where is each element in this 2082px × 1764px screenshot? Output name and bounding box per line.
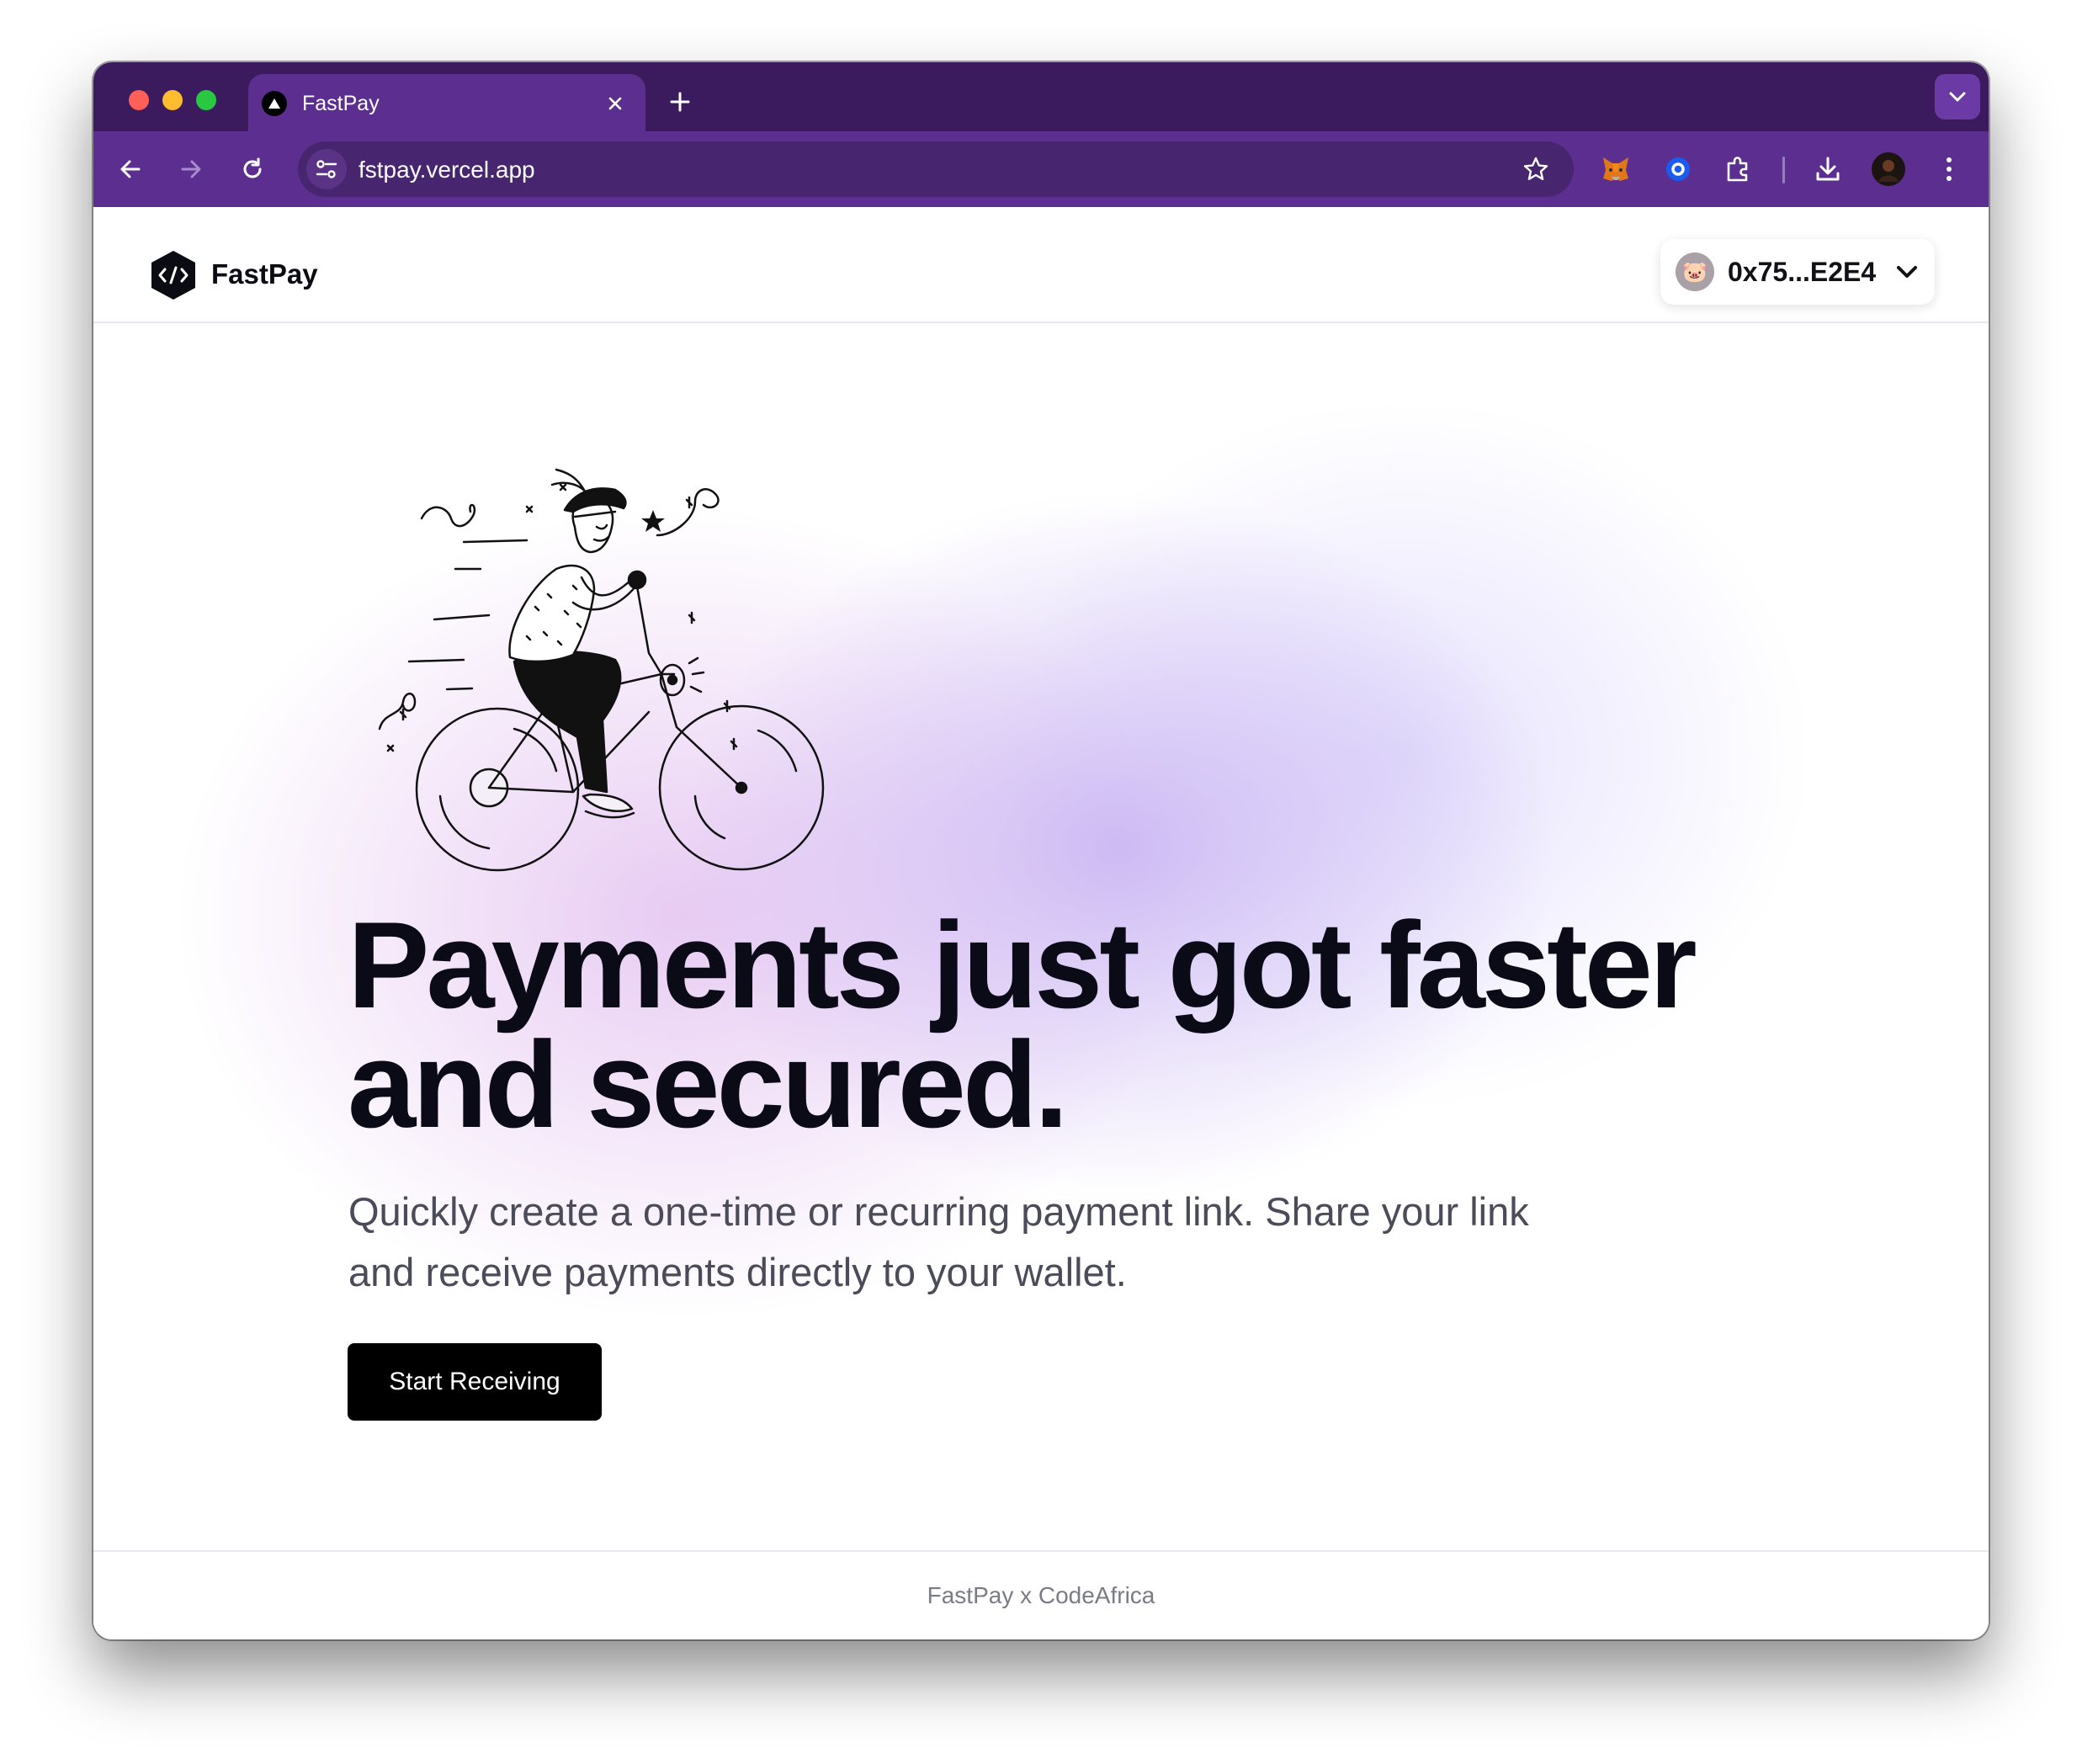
profile-button[interactable] xyxy=(1869,150,1908,189)
browser-toolbar: fstpay.vercel.app xyxy=(93,131,1989,207)
close-icon xyxy=(608,97,622,110)
wallet-avatar: 🐷 xyxy=(1676,252,1714,291)
brand-name[interactable]: FastPay xyxy=(211,258,318,291)
close-window-button[interactable] xyxy=(129,90,149,110)
chevron-down-icon xyxy=(1897,266,1917,278)
wallet-extension-button[interactable] xyxy=(1659,150,1697,189)
url-text: fstpay.vercel.app xyxy=(359,157,535,183)
triangle-icon xyxy=(262,91,287,116)
browser-tab[interactable]: FastPay xyxy=(248,74,645,131)
app-header: FastPay 🐷 0x75...E2E4 xyxy=(93,207,1989,323)
start-receiving-button[interactable]: Start Receiving xyxy=(348,1343,602,1421)
more-vertical-icon xyxy=(1947,157,1952,181)
downloads-button[interactable] xyxy=(1808,150,1847,189)
fox-icon xyxy=(1603,157,1628,181)
new-tab-button[interactable] xyxy=(661,82,699,121)
page-content: FastPay 🐷 0x75...E2E4 Payments just got … xyxy=(93,207,1989,1639)
toolbar-divider xyxy=(1782,157,1785,183)
browser-menu-button[interactable] xyxy=(1930,150,1968,189)
browser-window: FastPay fstpay.vercel.app FastPay 🐷 0x75… xyxy=(93,62,1989,1639)
wallet-account-button[interactable]: 🐷 0x75...E2E4 xyxy=(1660,239,1935,305)
arrow-right-icon xyxy=(181,160,201,178)
tab-title: FastPay xyxy=(302,92,380,115)
tab-strip: FastPay xyxy=(93,62,1989,131)
extensions-button[interactable] xyxy=(1719,150,1758,189)
ring-icon xyxy=(1666,157,1690,181)
minimize-window-button[interactable] xyxy=(162,90,183,110)
tab-search-button[interactable] xyxy=(1935,74,1980,120)
hero-headline: Payments just got faster and secured. xyxy=(348,896,1697,1153)
star-icon xyxy=(1523,157,1548,180)
puzzle-icon xyxy=(1727,157,1748,182)
address-bar[interactable]: fstpay.vercel.app xyxy=(298,141,1574,197)
reload-icon xyxy=(243,157,262,178)
app-footer: FastPay x CodeAfrica xyxy=(93,1550,1989,1639)
forward-button[interactable] xyxy=(172,150,210,189)
maximize-window-button[interactable] xyxy=(196,90,216,110)
plus-icon xyxy=(670,92,690,112)
close-tab-button[interactable] xyxy=(600,88,630,119)
wallet-address: 0x75...E2E4 xyxy=(1728,257,1877,287)
arrow-left-icon xyxy=(120,160,141,178)
avatar xyxy=(1872,152,1905,186)
footer-text: FastPay x CodeAfrica xyxy=(927,1582,1155,1608)
site-info-button[interactable] xyxy=(306,149,347,189)
reload-button[interactable] xyxy=(233,150,272,189)
chevron-down-icon xyxy=(1949,92,1966,102)
metamask-extension-button[interactable] xyxy=(1596,150,1635,189)
code-logo-icon[interactable] xyxy=(149,249,198,301)
back-button[interactable] xyxy=(111,150,150,189)
bookmark-button[interactable] xyxy=(1516,150,1555,189)
cyclist-illustration xyxy=(378,468,825,872)
hero-subtext: Quickly create a one-time or recurring p… xyxy=(348,1189,1529,1294)
tune-icon xyxy=(316,160,337,178)
download-icon xyxy=(1816,157,1840,181)
